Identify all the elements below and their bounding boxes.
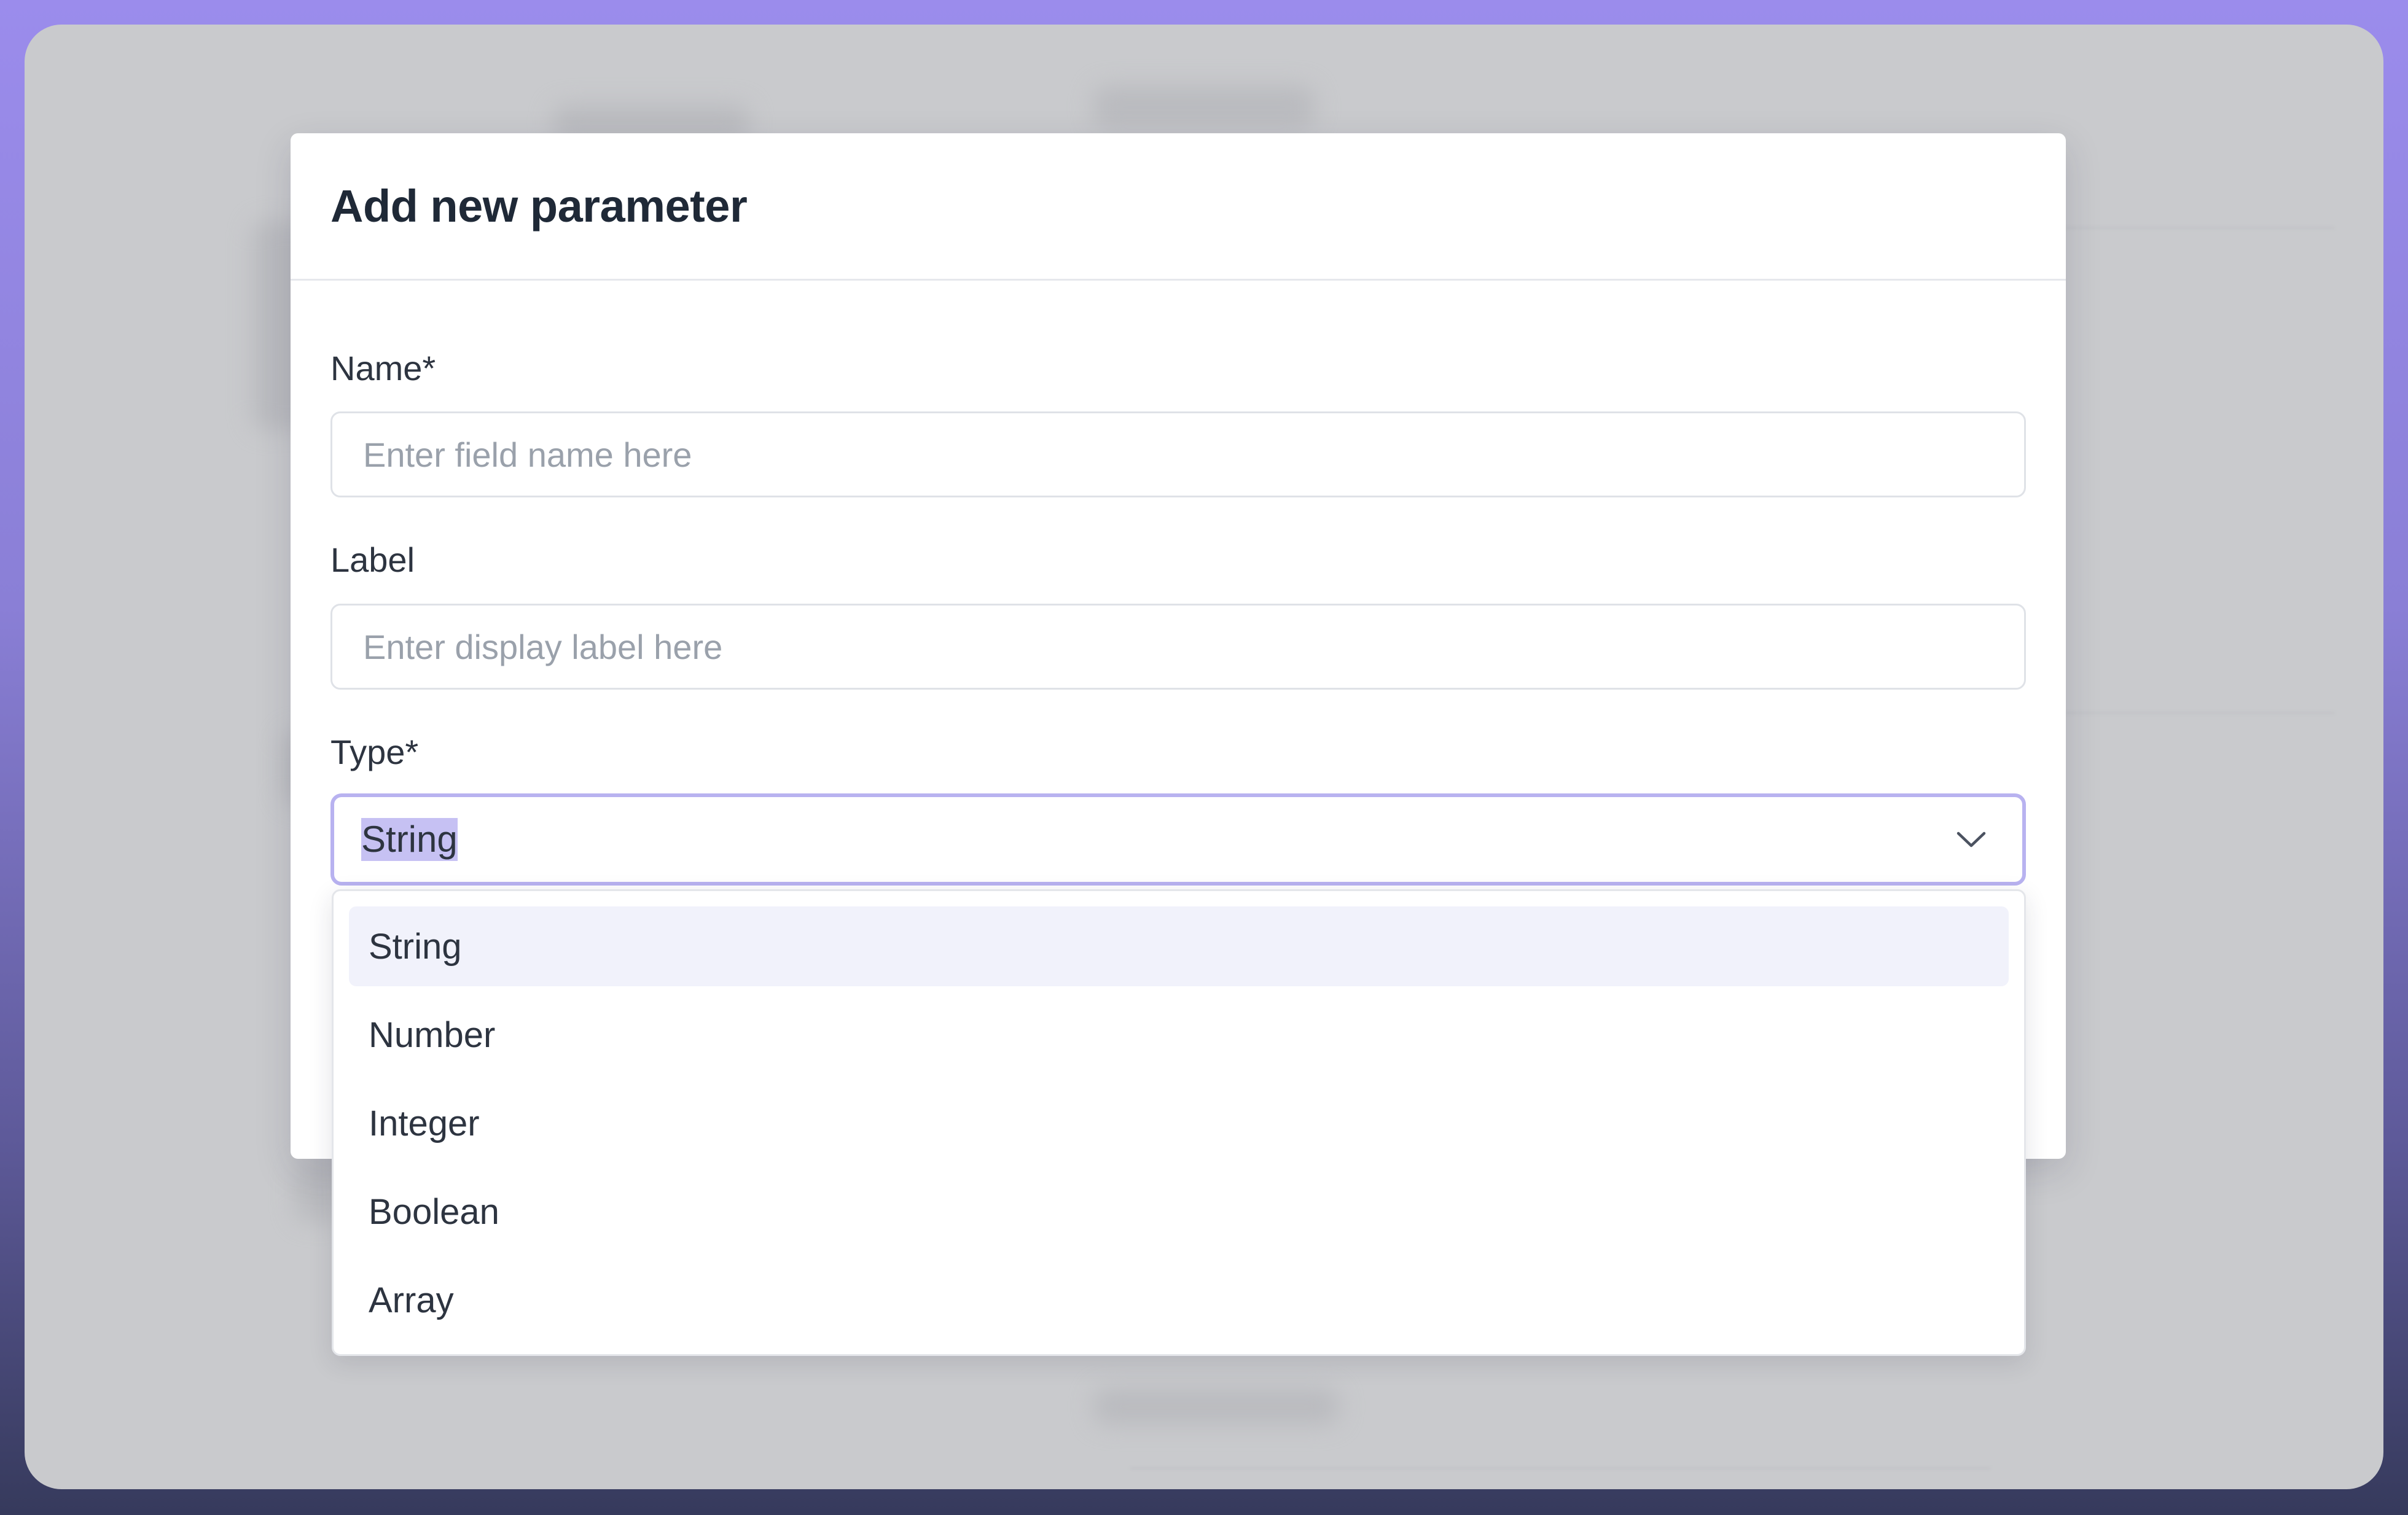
background-divider bbox=[1130, 1468, 1990, 1469]
type-select[interactable]: String bbox=[330, 793, 2026, 886]
option-string[interactable]: String bbox=[349, 906, 2009, 986]
modal-title: Add new parameter bbox=[330, 181, 748, 232]
option-boolean[interactable]: Boolean bbox=[349, 1172, 2009, 1252]
option-array[interactable]: Array bbox=[349, 1260, 2009, 1340]
label-label: Label bbox=[330, 540, 415, 579]
background-blur bbox=[1093, 86, 1315, 129]
type-dropdown-menu: String Number Integer Boolean Array bbox=[332, 889, 2026, 1356]
app-window: Add new parameter Name* Label Type* Stri… bbox=[25, 25, 2383, 1489]
name-label: Name* bbox=[330, 349, 436, 388]
option-number[interactable]: Number bbox=[349, 995, 2009, 1075]
option-integer[interactable]: Integer bbox=[349, 1083, 2009, 1163]
type-label: Type* bbox=[330, 733, 419, 771]
label-input[interactable] bbox=[330, 604, 2026, 690]
chevron-down-icon[interactable] bbox=[1956, 830, 1987, 849]
modal-header: Add new parameter bbox=[291, 133, 2066, 281]
type-select-value: String bbox=[361, 818, 458, 861]
background-blur bbox=[1093, 1388, 1339, 1425]
name-input[interactable] bbox=[330, 411, 2026, 497]
